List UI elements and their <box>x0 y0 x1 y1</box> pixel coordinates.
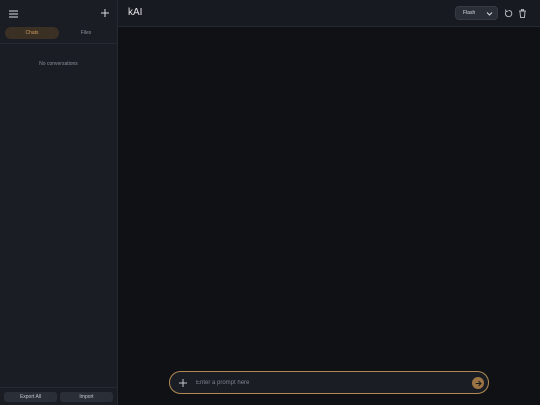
export-all-button[interactable]: Export All <box>4 392 57 402</box>
send-button[interactable] <box>472 377 484 389</box>
sidebar-footer: Export All Import <box>0 387 117 405</box>
tab-chats[interactable]: Chats <box>5 27 59 39</box>
chevron-down-icon <box>486 12 493 16</box>
attach-button[interactable] <box>177 377 189 389</box>
new-chat-button[interactable] <box>98 6 112 20</box>
menu-button[interactable] <box>6 7 20 20</box>
trash-icon <box>518 8 526 18</box>
plus-icon <box>101 9 109 17</box>
app-title: kAI <box>128 7 143 18</box>
model-select-value: Flash <box>463 10 476 16</box>
tab-files[interactable]: Files <box>59 27 113 39</box>
import-button[interactable]: Import <box>60 392 113 402</box>
model-select[interactable]: Flash <box>455 6 498 20</box>
sidebar-tabs: Chats Files <box>5 27 113 39</box>
sidebar-divider <box>0 43 117 44</box>
refresh-button[interactable] <box>503 8 513 18</box>
refresh-icon <box>504 8 512 17</box>
menu-icon <box>8 10 18 17</box>
main-header: kAI Flash <box>118 0 540 27</box>
arrow-right-icon <box>475 380 482 386</box>
plus-icon <box>179 379 187 387</box>
sidebar-header <box>0 0 118 27</box>
prompt-input[interactable] <box>196 377 464 389</box>
sidebar: Chats Files No conversations Export All … <box>0 0 118 405</box>
empty-state-text: No conversations <box>39 61 78 67</box>
prompt-bar <box>169 371 489 394</box>
delete-button[interactable] <box>517 8 527 18</box>
